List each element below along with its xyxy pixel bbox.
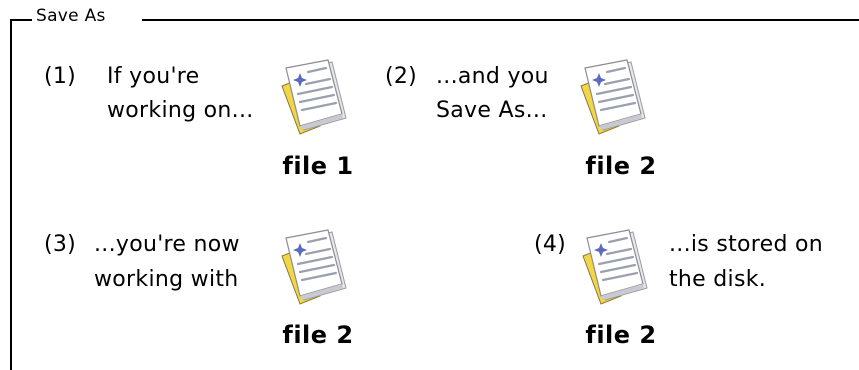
document-icon xyxy=(276,226,352,312)
step-2-number: (2) xyxy=(385,64,418,89)
step-3-text-line-1: ...you're now xyxy=(94,232,240,257)
group-legend: Save As xyxy=(34,6,108,26)
step-2-file-label: file 2 xyxy=(585,152,657,180)
group-frame-left xyxy=(10,19,12,370)
step-4-text-line-1: ...is stored on xyxy=(669,232,824,257)
document-icon xyxy=(575,56,651,142)
step-1-file-label: file 1 xyxy=(282,152,354,180)
step-2-text-line-2: Save As... xyxy=(436,98,548,123)
step-2-text-line-1: ...and you xyxy=(436,64,549,89)
group-frame-top-left xyxy=(10,19,32,21)
step-3-number: (3) xyxy=(44,232,77,257)
document-icon xyxy=(577,226,653,312)
step-1-text-line-1: If you're xyxy=(107,64,200,89)
step-1-text-line-2: working on... xyxy=(107,98,254,123)
document-icon xyxy=(276,56,352,142)
step-1-number: (1) xyxy=(44,64,77,89)
step-3-file-label: file 2 xyxy=(282,321,354,349)
group-frame-top xyxy=(142,19,859,21)
step-3-text-line-2: working with xyxy=(94,267,239,292)
step-4-file-label: file 2 xyxy=(585,321,657,349)
step-4-text-line-2: the disk. xyxy=(669,267,767,292)
step-4-number: (4) xyxy=(534,232,567,257)
